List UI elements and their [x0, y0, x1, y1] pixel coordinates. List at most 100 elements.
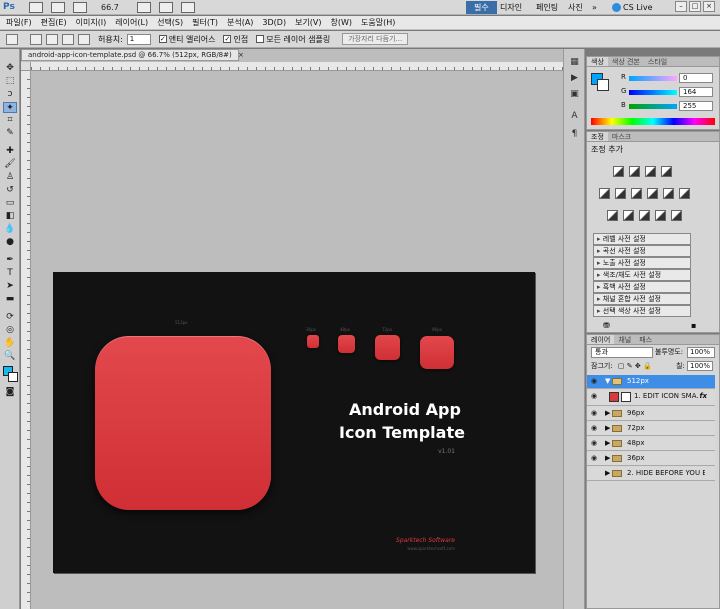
paragraph-panel-icon[interactable]: ¶	[569, 129, 580, 140]
lock-position-icon[interactable]: ✥	[635, 362, 641, 370]
lasso-tool-icon[interactable]: ↄ	[3, 89, 17, 100]
magic-wand-preset-icon[interactable]	[6, 33, 18, 45]
layer-row[interactable]: ◉ ▶ 72px	[587, 422, 715, 436]
hand-tool-icon[interactable]: ✋	[3, 338, 17, 349]
gradient-map-icon[interactable]	[655, 210, 666, 221]
character-panel-icon[interactable]: A	[569, 111, 580, 122]
vertical-ruler[interactable]	[21, 71, 31, 609]
tab-masks[interactable]: 마스크	[608, 132, 635, 141]
menu-window[interactable]: 창(W)	[331, 17, 353, 28]
document-canvas[interactable]: 512px 36px 48px 72px 96px Android App Ic…	[53, 272, 535, 573]
visibility-eye-icon[interactable]: ◉	[589, 452, 599, 465]
menu-layer[interactable]: 레이어(L)	[115, 17, 148, 28]
levels-icon[interactable]	[629, 166, 640, 177]
move-tool-icon[interactable]: ✥	[3, 63, 17, 74]
tab-swatches[interactable]: 색상 견본	[608, 57, 644, 66]
photo-filter-icon[interactable]	[663, 188, 674, 199]
menu-image[interactable]: 이미지(I)	[76, 17, 107, 28]
preset-levels[interactable]: 레벨 사전 설정	[593, 233, 691, 245]
workspace-design-button[interactable]: 디자인	[492, 1, 530, 14]
expand-triangle-icon[interactable]: ▶	[605, 452, 610, 465]
marquee-tool-icon[interactable]: ⬚	[3, 76, 17, 87]
preset-channel-mixer[interactable]: 채널 혼합 사전 설정	[593, 293, 691, 305]
cs-live-button[interactable]: CS Live	[612, 1, 653, 14]
color-balance-icon[interactable]	[631, 188, 642, 199]
blur-tool-icon[interactable]: 💧	[3, 224, 17, 235]
preset-curves[interactable]: 곡선 사전 설정	[593, 245, 691, 257]
history-panel-icon[interactable]: ▦	[569, 57, 580, 68]
color-spectrum-bar[interactable]	[591, 118, 715, 125]
document-tab[interactable]: android-app-icon-template.psd @ 66.7% (5…	[21, 49, 244, 61]
expand-triangle-icon[interactable]: ▶	[605, 407, 610, 420]
channel-mixer-icon[interactable]	[679, 188, 690, 199]
adjustment-mask-icon[interactable]: ⛃	[603, 321, 610, 330]
path-selection-tool-icon[interactable]: ➤	[3, 281, 17, 292]
layer-comps-icon[interactable]: ▣	[569, 89, 580, 100]
zoom-level[interactable]: 66.7	[101, 3, 119, 12]
arrange-documents-icon[interactable]	[158, 1, 173, 13]
dodge-tool-icon[interactable]: ●	[3, 237, 17, 248]
blue-slider[interactable]	[629, 104, 677, 109]
clone-stamp-tool-icon[interactable]: ♙	[3, 172, 17, 183]
layer-row[interactable]: ▶ 2. HIDE BEFORE YOU EX...	[587, 467, 715, 481]
visibility-eye-icon[interactable]: ◉	[589, 437, 599, 450]
tab-styles[interactable]: 스타일	[644, 57, 671, 66]
adjustment-delete-icon[interactable]: ▪	[691, 321, 696, 330]
antialias-checkbox[interactable]: ✓ 앤티 앨리어스	[158, 34, 215, 45]
lock-transparent-icon[interactable]: ▢	[618, 362, 625, 370]
screen-mode-icon[interactable]	[180, 1, 195, 13]
contiguous-checkbox[interactable]: ✓ 인접	[223, 34, 248, 45]
tab-layers[interactable]: 레이어	[587, 335, 615, 344]
layer-row[interactable]: ◉ 1. EDIT ICON SMA... fx	[587, 390, 715, 406]
preset-hue-saturation[interactable]: 색조/채도 사전 설정	[593, 269, 691, 281]
menu-help[interactable]: 도움말(H)	[361, 17, 395, 28]
eraser-tool-icon[interactable]: ▭	[3, 198, 17, 209]
expand-triangle-icon[interactable]: ▼	[605, 375, 610, 388]
intersect-selection-icon[interactable]	[78, 33, 90, 45]
selective-color-icon[interactable]	[671, 210, 682, 221]
refine-edge-button[interactable]: 가장자리 다듬기...	[342, 33, 409, 45]
type-tool-icon[interactable]: T	[3, 268, 17, 279]
crop-tool-icon[interactable]: ⌗	[3, 115, 17, 126]
green-slider[interactable]	[629, 90, 677, 95]
preset-selective-color[interactable]: 선택 색상 사전 설정	[593, 305, 691, 317]
horizontal-ruler[interactable]	[31, 62, 563, 71]
background-color-swatch[interactable]	[8, 372, 18, 382]
menu-file[interactable]: 파일(F)	[6, 17, 32, 28]
tolerance-input[interactable]: 1	[126, 33, 151, 45]
threshold-icon[interactable]	[639, 210, 650, 221]
expand-triangle-icon[interactable]: ▶	[605, 437, 610, 450]
black-white-icon[interactable]	[647, 188, 658, 199]
red-slider[interactable]	[629, 76, 677, 81]
menu-edit[interactable]: 편집(E)	[41, 17, 67, 28]
document-close-icon[interactable]: ×	[238, 51, 244, 59]
maximize-button[interactable]: □	[689, 1, 701, 12]
launch-bridge-icon[interactable]	[29, 1, 43, 13]
gradient-tool-icon[interactable]: ◧	[3, 211, 17, 222]
sample-all-layers-checkbox[interactable]: 모든 레이어 샘플링	[256, 34, 330, 45]
layer-effects-icon[interactable]: fx	[699, 390, 707, 403]
healing-brush-tool-icon[interactable]: ✚	[3, 146, 17, 157]
expand-triangle-icon[interactable]: ▶	[605, 467, 610, 480]
tab-channels[interactable]: 채널	[614, 335, 635, 344]
tab-color[interactable]: 색상	[587, 57, 608, 66]
expand-triangle-icon[interactable]: ▶	[605, 422, 610, 435]
lock-pixels-icon[interactable]: ✎	[627, 362, 633, 370]
3d-orbit-tool-icon[interactable]: ◎	[3, 325, 17, 336]
blend-mode-select[interactable]: 통과	[591, 347, 653, 358]
vibrance-icon[interactable]	[599, 188, 610, 199]
menu-view[interactable]: 보기(V)	[295, 17, 321, 28]
fill-input[interactable]: 100%	[687, 361, 714, 371]
lock-all-icon[interactable]: 🔒	[643, 362, 652, 370]
visibility-eye-icon[interactable]: ◉	[589, 390, 599, 403]
hand-tool-icon[interactable]	[136, 1, 151, 13]
brightness-icon[interactable]	[613, 166, 624, 177]
preset-exposure[interactable]: 노출 사전 설정	[593, 257, 691, 269]
green-value-input[interactable]: 164	[679, 87, 713, 97]
opacity-input[interactable]: 100%	[687, 347, 715, 358]
magic-wand-tool-icon[interactable]: ✦	[3, 102, 17, 113]
exposure-icon[interactable]	[661, 166, 672, 177]
zoom-tool-icon[interactable]: 🔍	[3, 351, 17, 362]
brush-tool-icon[interactable]: 🖌	[3, 159, 17, 170]
menu-filter[interactable]: 필터(T)	[192, 17, 218, 28]
